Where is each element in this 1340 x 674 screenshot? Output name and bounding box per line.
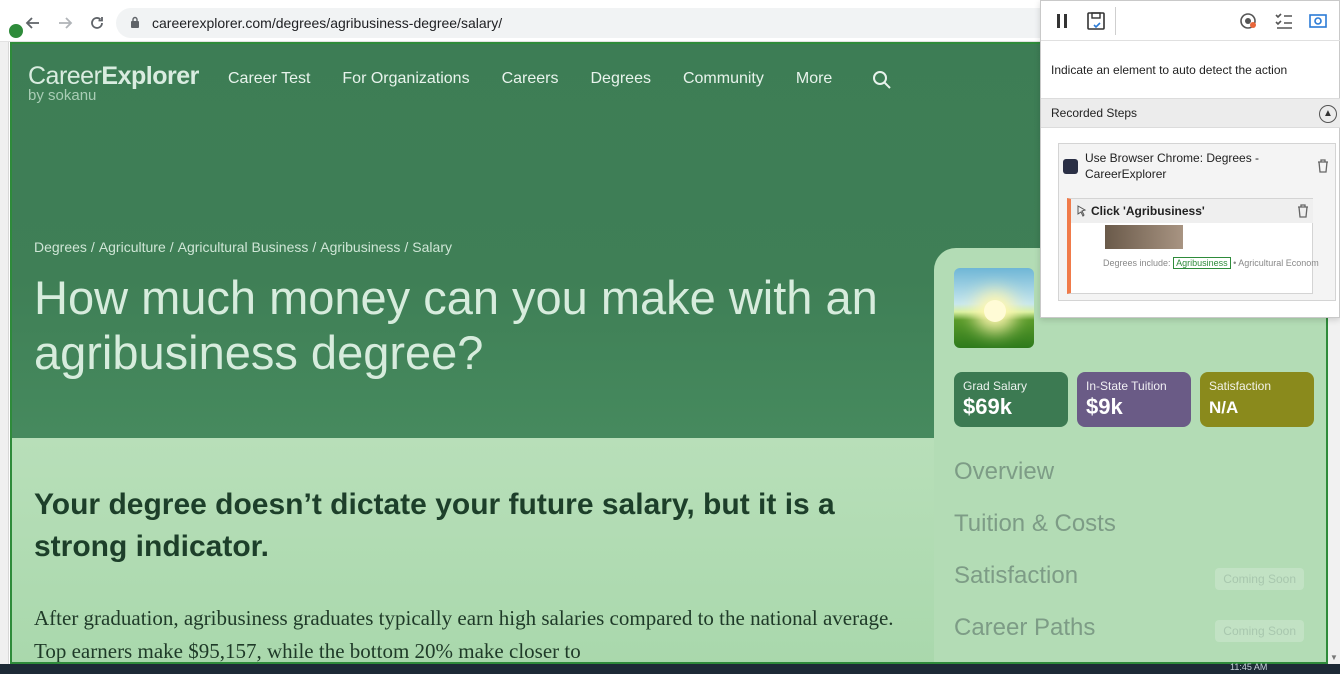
site-logo[interactable]: CareerExplorer by sokanu xyxy=(28,62,199,104)
section-heading: Your degree doesn’t dictate your future … xyxy=(34,488,835,563)
logo-text-explorer: Explorer xyxy=(101,62,199,90)
lock-icon xyxy=(131,16,139,28)
target-icon[interactable] xyxy=(1237,10,1259,32)
url-text: careerexplorer.com/degrees/agribusiness-… xyxy=(152,15,503,31)
screenshot-icon[interactable] xyxy=(1307,10,1329,32)
arrow-right-icon xyxy=(59,17,73,29)
menu-item-label: Tuition & Costs xyxy=(954,510,1116,537)
save-icon[interactable] xyxy=(1085,10,1107,32)
checklist-icon[interactable] xyxy=(1273,10,1295,32)
address-bar[interactable]: careerexplorer.com/degrees/agribusiness-… xyxy=(116,8,1056,38)
recorded-steps-header[interactable]: Recorded Steps ▲ xyxy=(1041,98,1340,128)
nav-more[interactable]: More xyxy=(796,70,832,88)
card-menu: Overview Tuition & Costs Satisfaction Com… xyxy=(954,458,1314,662)
breadcrumb-agricultural-business[interactable]: Agricultural Business xyxy=(178,239,309,255)
satisfaction-stat: Satisfaction N/A xyxy=(1200,372,1314,427)
menu-item-overview[interactable]: Overview xyxy=(954,458,1314,510)
sub-step-title: Click 'Agribusiness' xyxy=(1091,204,1205,218)
stat-value: $69k xyxy=(963,394,1012,419)
arrow-left-icon xyxy=(25,17,39,29)
tuition-stat: In-State Tuition $9k xyxy=(1077,372,1191,427)
grad-salary-stat: Grad Salary $69k xyxy=(954,372,1068,427)
recorder-panel: Indicate an element to auto detect the a… xyxy=(1040,0,1340,318)
menu-item-label: Satisfaction xyxy=(954,562,1079,589)
nav-degrees[interactable]: Degrees xyxy=(590,70,650,88)
collapse-chevron-up-icon[interactable]: ▲ xyxy=(1319,105,1337,123)
field-sunrise-image xyxy=(954,268,1034,348)
sun-image-detail xyxy=(984,300,1006,322)
recorded-sub-step[interactable]: Click 'Agribusiness' Degrees include: Ag… xyxy=(1067,198,1319,294)
menu-item-tuition-costs[interactable]: Tuition & Costs xyxy=(954,510,1314,562)
breadcrumb-separator: / xyxy=(90,239,95,255)
breadcrumb-separator: / xyxy=(312,239,317,255)
menu-item-career-paths[interactable]: Career Paths Coming Soon xyxy=(954,614,1314,662)
back-button[interactable] xyxy=(22,12,44,34)
trash-icon[interactable] xyxy=(1317,159,1329,173)
screen: careerexplorer.com/degrees/agribusiness-… xyxy=(0,0,1340,674)
breadcrumb: Degrees / Agriculture / Agricultural Busines… xyxy=(34,239,456,255)
menu-item-label: Career Paths xyxy=(954,614,1096,641)
sub-step-header: Click 'Agribusiness' xyxy=(1071,199,1313,223)
recording-indicator-icon xyxy=(7,22,25,40)
recorded-step[interactable]: Use Browser Chrome: Degrees - CareerExpl… xyxy=(1058,143,1336,301)
salary-paragraph: After graduation, agribusiness graduates… xyxy=(34,606,894,663)
recorder-toolbar xyxy=(1041,1,1340,41)
nav-for-organizations[interactable]: For Organizations xyxy=(342,70,469,88)
thumbnail-highlight: Agribusiness xyxy=(1173,257,1231,269)
thumbnail-text: Degrees include: Agribusiness • Agricult… xyxy=(1103,257,1319,269)
trash-icon[interactable] xyxy=(1297,204,1309,218)
stat-label: Satisfaction xyxy=(1209,379,1272,393)
stats-row: Grad Salary $69k In-State Tuition $9k Sa… xyxy=(954,372,1314,427)
click-icon xyxy=(1077,205,1087,217)
pause-icon[interactable] xyxy=(1051,10,1073,32)
indicate-instruction: Indicate an element to auto detect the a… xyxy=(1051,63,1288,77)
breadcrumb-separator: / xyxy=(404,239,409,255)
logo-text-career: Career xyxy=(28,62,102,90)
toolbar-divider xyxy=(1115,7,1116,35)
taskbar: 11:45 AM xyxy=(0,662,1340,674)
browser-icon xyxy=(1063,159,1078,174)
nav-career-test[interactable]: Career Test xyxy=(228,70,310,88)
breadcrumb-degrees[interactable]: Degrees xyxy=(34,239,87,255)
recorded-steps-title: Recorded Steps xyxy=(1051,106,1138,120)
nav-careers[interactable]: Careers xyxy=(502,70,559,88)
breadcrumb-agribusiness[interactable]: Agribusiness xyxy=(320,239,400,255)
thumbnail-suffix: • Agricultural Econom xyxy=(1233,258,1319,268)
thumbnail-prefix: Degrees include: xyxy=(1103,258,1171,268)
reload-button[interactable] xyxy=(86,12,108,34)
menu-item-satisfaction[interactable]: Satisfaction Coming Soon xyxy=(954,562,1314,614)
page-title: How much money can you make with an agri… xyxy=(34,271,878,379)
forward-button[interactable] xyxy=(54,12,76,34)
thumbnail-photo xyxy=(1105,225,1183,249)
stat-value: $9k xyxy=(1086,394,1123,419)
breadcrumb-separator: / xyxy=(169,239,174,255)
search-icon[interactable] xyxy=(872,70,892,90)
breadcrumb-agriculture[interactable]: Agriculture xyxy=(99,239,166,255)
breadcrumb-salary: Salary xyxy=(412,239,452,255)
stat-value: N/A xyxy=(1209,398,1239,417)
reload-icon xyxy=(91,17,103,29)
nav-community[interactable]: Community xyxy=(683,70,764,88)
scroll-down-arrow-icon[interactable]: ▼ xyxy=(1330,653,1338,662)
menu-item-label: Overview xyxy=(954,458,1055,485)
stat-label: In-State Tuition xyxy=(1086,379,1167,393)
main-nav: Career Test For Organizations Careers De… xyxy=(228,70,832,88)
step-screenshot-thumbnail: Degrees include: Agribusiness • Agricult… xyxy=(1075,225,1319,289)
left-window-edge xyxy=(0,0,9,674)
coming-soon-badge: Coming Soon xyxy=(1215,568,1304,590)
step-title: Use Browser Chrome: Degrees - CareerExpl… xyxy=(1085,151,1260,181)
stat-label: Grad Salary xyxy=(963,379,1028,393)
taskbar-clock: 11:45 AM xyxy=(1230,662,1268,672)
coming-soon-badge: Coming Soon xyxy=(1215,620,1304,642)
